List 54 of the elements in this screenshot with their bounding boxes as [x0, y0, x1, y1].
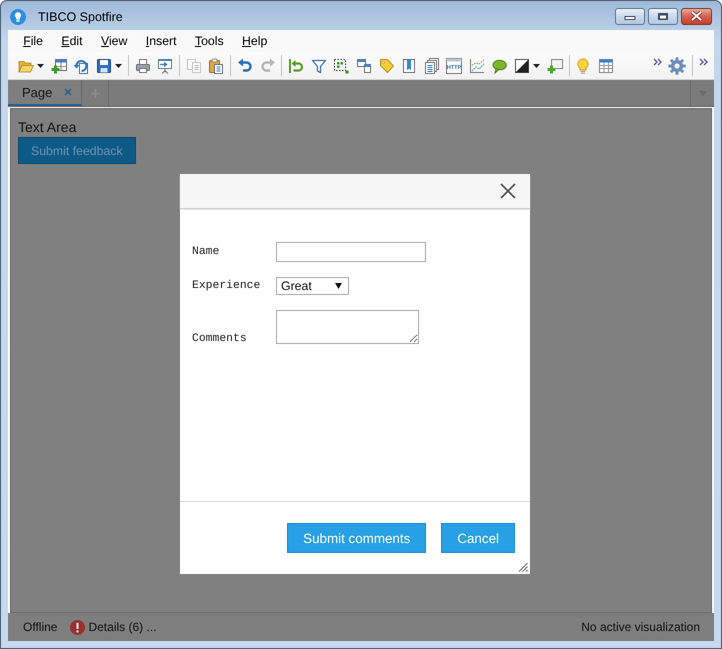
resize-grip-icon[interactable] [518, 562, 528, 572]
filter-icon[interactable] [310, 58, 327, 74]
menu-item[interactable]: Insert [136, 34, 186, 48]
table-icon[interactable] [598, 58, 614, 74]
tag-icon[interactable] [378, 58, 395, 74]
minimize-button[interactable] [615, 8, 645, 24]
menu-item[interactable]: Tools [186, 34, 233, 48]
textarea-field[interactable] [276, 310, 419, 344]
error-icon [70, 620, 86, 634]
text-input[interactable] [276, 242, 426, 262]
refresh-icon[interactable] [73, 58, 90, 74]
menu-item[interactable]: View [92, 34, 137, 48]
field-label: Comments [192, 333, 248, 345]
tab[interactable]: Page [8, 80, 82, 106]
window-title: TIBCO Spotfire [38, 10, 123, 24]
text-area-title: Text Area [18, 118, 76, 136]
speech-bubble-icon[interactable] [492, 58, 508, 74]
reset-icon[interactable] [288, 58, 304, 74]
double-chevron-icon[interactable] [652, 58, 662, 66]
field-label: Experience [192, 280, 262, 292]
select-field[interactable]: Great [276, 277, 349, 295]
caret-icon[interactable] [115, 64, 122, 68]
contrast-icon[interactable] [514, 58, 530, 74]
line-chart-icon[interactable] [468, 58, 485, 74]
paste-icon[interactable] [208, 58, 224, 74]
app-icon [10, 8, 26, 24]
documents-icon[interactable] [424, 58, 440, 74]
close-icon[interactable] [500, 183, 516, 199]
status-text: No active visualization [581, 620, 700, 634]
caret-icon [335, 283, 342, 289]
maximize-button[interactable] [648, 8, 678, 24]
lightbulb-icon[interactable] [575, 58, 592, 74]
caret-icon[interactable] [533, 64, 540, 68]
close-button[interactable] [681, 8, 712, 24]
printer-icon[interactable] [134, 58, 151, 74]
menu-item[interactable]: Edit [52, 34, 92, 48]
double-chevron-icon[interactable] [698, 58, 708, 66]
dotted-selection-icon[interactable] [333, 58, 350, 74]
maximize-icon [657, 12, 669, 20]
windows-icon[interactable] [356, 58, 372, 74]
menu-item[interactable]: Help [232, 34, 277, 48]
presentation-icon[interactable] [157, 58, 174, 74]
table-plus-icon[interactable] [50, 58, 67, 74]
caret-icon[interactable] [37, 64, 44, 68]
field-label: Name [192, 246, 220, 258]
minimize-icon [624, 15, 636, 21]
close-icon [690, 11, 703, 21]
status-text: Offline [23, 620, 58, 634]
details-link[interactable]: Details (6) ... [88, 620, 156, 634]
bookmark-icon[interactable] [401, 58, 418, 74]
save-icon[interactable] [96, 58, 112, 74]
undo-icon[interactable] [237, 58, 254, 74]
add-window-icon[interactable] [546, 58, 563, 74]
menu-item[interactable]: File [14, 34, 52, 48]
